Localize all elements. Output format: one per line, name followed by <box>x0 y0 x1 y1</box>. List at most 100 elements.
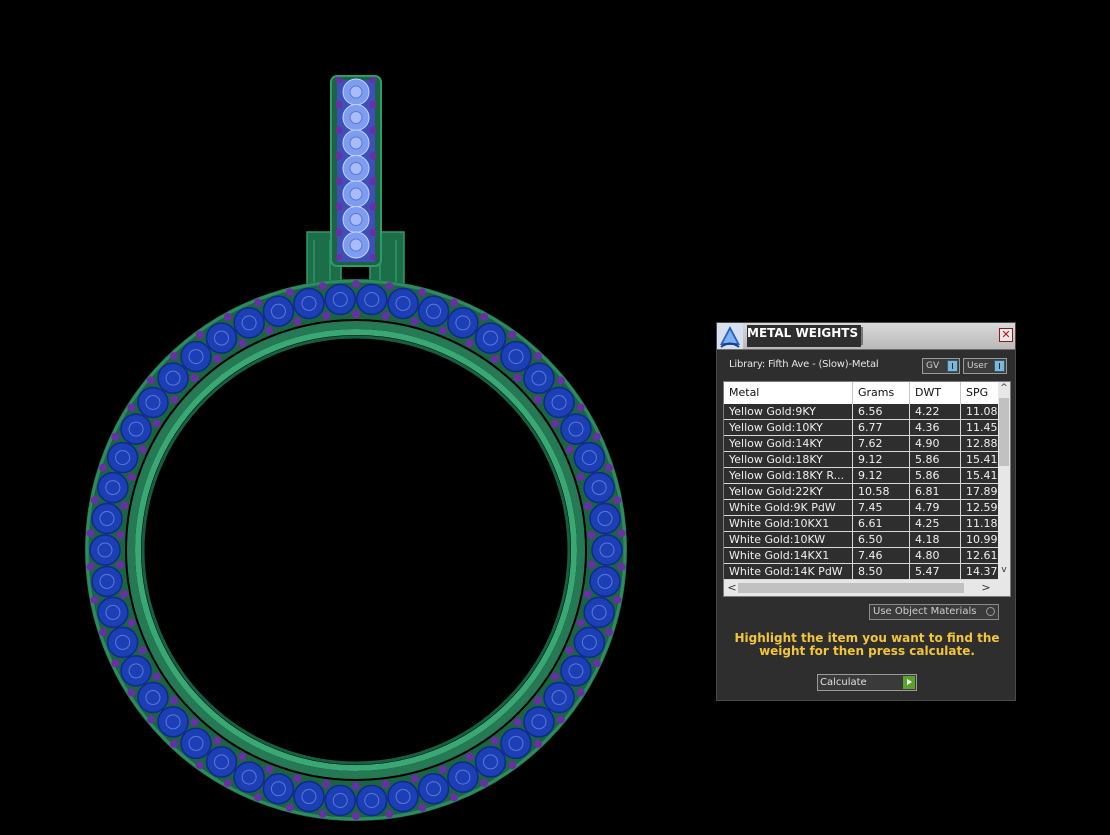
prong <box>147 715 156 724</box>
prong <box>613 496 622 505</box>
gv-toggle[interactable]: GV <box>922 358 960 374</box>
halo-stone <box>106 441 139 474</box>
calculate-button[interactable]: Calculate <box>817 674 917 691</box>
halo-stone <box>180 340 212 373</box>
prong <box>86 562 95 571</box>
radio-icon[interactable] <box>986 607 995 616</box>
horizontal-scrollbar[interactable]: < > <box>724 580 1010 596</box>
stone-facet <box>349 136 363 150</box>
prong <box>223 779 232 788</box>
table-row[interactable]: Yellow Gold:10KY 6.77 4.36 11.45 <box>724 420 1001 436</box>
prong <box>576 618 585 627</box>
prong <box>169 739 178 748</box>
column-header-grams[interactable]: Grams <box>853 382 910 404</box>
prong <box>583 501 592 510</box>
prong <box>99 463 108 472</box>
stone-facet <box>349 85 363 99</box>
halo-stone <box>543 681 575 714</box>
panel-titlebar[interactable]: METAL WEIGHTS ✕ <box>717 323 1015 350</box>
metal-weights-table[interactable]: Metal Grams DWT SPG Yellow Gold:9KY 6.56 4… <box>723 381 1011 597</box>
halo-stone <box>523 706 555 738</box>
prong <box>335 76 343 84</box>
halo-stone <box>583 596 615 629</box>
column-header-metal[interactable]: Metal <box>724 382 853 404</box>
table-row[interactable]: White Gold:14KX1 7.46 4.80 12.61 <box>724 548 1001 564</box>
prong <box>99 628 108 637</box>
prong <box>190 373 199 382</box>
vertical-scroll-thumb[interactable] <box>999 398 1009 466</box>
scroll-right-icon[interactable]: > <box>980 581 992 594</box>
prong <box>195 330 204 339</box>
prong <box>513 718 522 727</box>
horizontal-scroll-thumb[interactable] <box>738 583 964 593</box>
cell-dwt: 4.22 <box>910 404 961 420</box>
scroll-down-icon[interactable]: v <box>998 565 1010 575</box>
table-row[interactable]: White Gold:9K PdW 7.45 4.79 12.59 <box>724 500 1001 516</box>
prong <box>418 288 427 297</box>
stone-facet <box>349 213 363 226</box>
user-toggle[interactable]: User <box>963 358 1007 374</box>
table-header: Metal Grams DWT SPG <box>724 382 998 405</box>
cell-grams: 7.45 <box>853 500 910 516</box>
table-row[interactable]: White Gold:10KW 6.50 4.18 10.99 <box>724 532 1001 548</box>
prong <box>604 463 613 472</box>
column-header-dwt[interactable]: DWT <box>910 382 961 404</box>
prong <box>438 765 447 774</box>
halo-stone <box>97 596 129 629</box>
halo-stone <box>356 283 388 316</box>
scroll-left-icon[interactable]: < <box>726 581 738 594</box>
halo-stone <box>89 534 121 566</box>
prong <box>534 352 543 361</box>
prong <box>318 809 327 818</box>
table-row[interactable]: Yellow Gold:22KY 10.58 6.81 17.89 <box>724 484 1001 500</box>
prong <box>369 178 377 186</box>
pendant-model[interactable] <box>85 75 627 821</box>
cell-dwt: 4.36 <box>910 420 961 436</box>
prong <box>285 288 294 297</box>
table-row[interactable]: Yellow Gold:9KY 6.56 4.22 11.08 <box>724 404 1001 420</box>
user-toggle-label: User <box>967 361 988 371</box>
cell-spg: 12.88 <box>961 436 1001 452</box>
use-object-materials-option[interactable]: Use Object Materials <box>869 604 999 620</box>
halo-stone <box>233 307 265 339</box>
scroll-up-icon[interactable]: ^ <box>998 383 1010 393</box>
cell-grams: 7.62 <box>853 436 910 452</box>
close-icon[interactable]: ✕ <box>999 328 1013 342</box>
vertical-scrollbar[interactable]: ^ v <box>998 382 1010 580</box>
cell-dwt: 4.25 <box>910 516 961 532</box>
stone-facet <box>349 238 363 252</box>
halo-stone <box>120 655 152 687</box>
prong <box>508 761 517 770</box>
halo-stone <box>262 772 295 805</box>
prong <box>369 204 377 211</box>
cell-dwt: 5.86 <box>910 452 961 468</box>
prong <box>322 311 331 320</box>
cell-dwt: 4.18 <box>910 532 961 548</box>
halo-stone <box>500 340 532 373</box>
table-row[interactable]: Yellow Gold:18KY R... 9.12 5.86 15.41 <box>724 468 1001 484</box>
matrix-logo-icon <box>717 323 743 349</box>
prong <box>335 127 343 135</box>
halo-stone <box>233 761 265 793</box>
halo-stone <box>324 784 356 817</box>
table-row[interactable]: Yellow Gold:18KY 9.12 5.86 15.41 <box>724 452 1001 468</box>
stone-facet <box>349 111 363 124</box>
prong <box>352 782 360 790</box>
prong <box>449 793 458 802</box>
cell-spg: 11.18 <box>961 516 1001 532</box>
prong <box>265 765 274 774</box>
prong <box>385 809 394 818</box>
halo-stone <box>589 502 621 535</box>
table-row[interactable]: Yellow Gold:14KY 7.62 4.90 12.88 <box>724 436 1001 452</box>
table-row[interactable]: White Gold:10KX1 6.61 4.25 11.18 <box>724 516 1001 532</box>
prong <box>551 419 560 428</box>
prong <box>238 752 247 761</box>
cell-metal: Yellow Gold:22KY <box>724 484 853 500</box>
halo-stone <box>97 471 129 504</box>
prong <box>480 312 489 321</box>
prong <box>490 736 499 745</box>
prong <box>381 780 390 789</box>
column-header-spg[interactable]: SPG <box>961 382 1001 404</box>
table-row[interactable]: White Gold:14K PdW 8.50 5.47 14.37 <box>724 564 1001 580</box>
prong <box>190 718 199 727</box>
